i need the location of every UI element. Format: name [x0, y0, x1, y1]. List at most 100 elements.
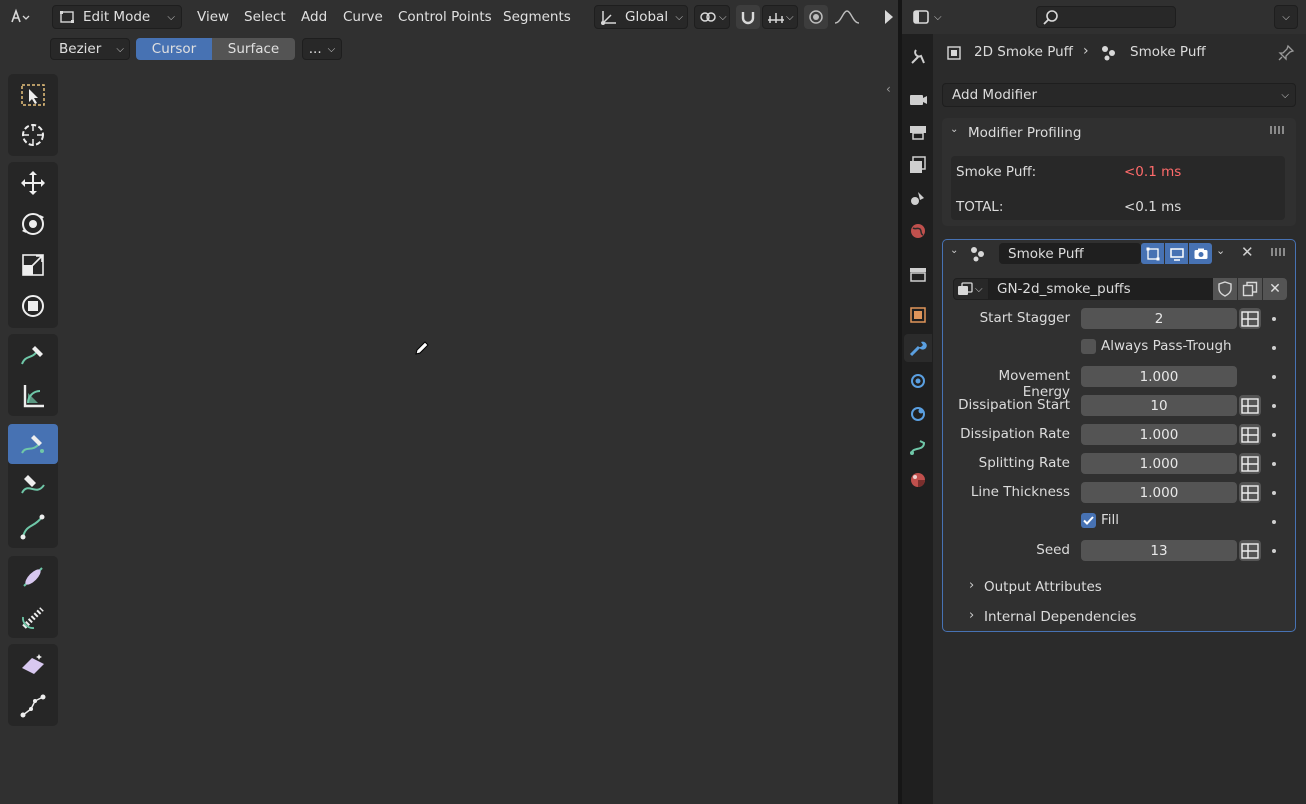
falloff-dropdown[interactable] [830, 5, 864, 29]
curve-vertex-tool[interactable] [8, 686, 58, 726]
keyframe-dot-icon[interactable] [1272, 375, 1276, 379]
input-field-dissipation-start[interactable]: 10 [1081, 395, 1237, 416]
menu-segments[interactable]: Segments [503, 5, 571, 29]
measure-tool[interactable] [8, 376, 58, 416]
input-attribute-toggle[interactable] [1239, 395, 1261, 416]
tab-render[interactable] [904, 85, 932, 113]
randomize-tool[interactable] [8, 645, 58, 685]
snap-target-dropdown[interactable]: ⌵ [762, 5, 798, 29]
modifier-name-input[interactable]: Smoke Puff [999, 243, 1141, 264]
subpanel-internal-dependencies[interactable]: Internal Dependencies [984, 609, 1136, 625]
annotate-tool[interactable] [8, 335, 58, 375]
pen-tool[interactable] [8, 466, 58, 506]
transform-tool[interactable] [8, 286, 58, 326]
search-input[interactable] [1036, 6, 1176, 28]
menu-control-points[interactable]: Control Points [398, 5, 492, 29]
sidebar-toggle-icon[interactable]: ‹ [886, 82, 898, 98]
pin-icon[interactable] [1277, 44, 1295, 62]
tab-material[interactable] [904, 466, 932, 494]
panel-collapse-icon[interactable]: ⌄ [950, 124, 958, 135]
checkbox-always-pass-through[interactable] [1081, 339, 1096, 354]
render-toggle[interactable] [1189, 243, 1212, 264]
orientation-dropdown[interactable]: Global ⌵ [594, 5, 688, 29]
checkbox-fill[interactable] [1081, 513, 1096, 528]
keyframe-dot-icon[interactable] [1272, 549, 1276, 553]
subpanel-output-attributes[interactable]: Output Attributes [984, 579, 1102, 595]
options-dropdown[interactable]: ⌵ [1274, 5, 1298, 29]
input-attribute-toggle[interactable] [1239, 308, 1261, 329]
radius-tool[interactable] [8, 557, 58, 597]
tab-view-layer[interactable] [904, 151, 932, 179]
tab-collection[interactable] [904, 260, 932, 288]
viewport-display-toggle[interactable] [1165, 243, 1188, 264]
tab-constraints[interactable] [904, 433, 932, 461]
menu-add[interactable]: Add [301, 5, 327, 29]
placement-surface-button[interactable]: Surface [212, 38, 295, 60]
node-group-name-input[interactable]: GN-2d_smoke_puffs [989, 278, 1213, 300]
fake-user-toggle[interactable] [1213, 278, 1237, 300]
draw-tool[interactable] [8, 424, 58, 464]
tab-tool[interactable] [904, 43, 932, 71]
snap-toggle[interactable] [736, 5, 760, 29]
gizmo-toggle[interactable] [880, 5, 898, 29]
placement-cursor-button[interactable]: Cursor [136, 38, 212, 60]
physics-icon [911, 407, 925, 421]
keyframe-dot-icon[interactable] [1272, 346, 1276, 350]
keyframe-dot-icon[interactable] [1272, 462, 1276, 466]
keyframe-dot-icon[interactable] [1272, 317, 1276, 321]
profiling-title[interactable]: Modifier Profiling [968, 125, 1081, 141]
tab-particles[interactable] [904, 367, 932, 395]
input-field-splitting-rate[interactable]: 1.000 [1081, 453, 1237, 474]
duplicate-node-group-button[interactable] [1238, 278, 1262, 300]
tab-object[interactable] [904, 301, 932, 329]
editor-type-button[interactable] [8, 5, 48, 29]
input-attribute-toggle[interactable] [1239, 540, 1261, 561]
tab-scene[interactable] [904, 184, 932, 212]
edit-mode-toggle[interactable] [1141, 243, 1164, 264]
input-field-movement-energy[interactable]: 1.000 [1081, 366, 1237, 387]
unlink-node-group-button[interactable]: ✕ [1263, 278, 1287, 300]
input-field-line-thickness[interactable]: 1.000 [1081, 482, 1237, 503]
more-options-dropdown[interactable]: ... ⌵ [302, 38, 342, 60]
close-icon[interactable]: ✕ [1241, 243, 1254, 261]
keyframe-dot-icon[interactable] [1272, 491, 1276, 495]
menu-curve[interactable]: Curve [343, 5, 383, 29]
rotate-tool[interactable] [8, 204, 58, 244]
menu-view[interactable]: View [197, 5, 229, 29]
modifier-extras-chevron-icon[interactable]: ⌄ [1216, 244, 1225, 257]
panel-collapse-icon[interactable]: ⌄ [950, 245, 958, 256]
add-modifier-dropdown[interactable]: Add Modifier ⌵ [942, 83, 1296, 107]
tab-physics[interactable] [904, 400, 932, 428]
input-attribute-toggle[interactable] [1239, 482, 1261, 503]
editor-type-button[interactable]: ⌵ [912, 5, 948, 29]
tab-output[interactable] [904, 118, 932, 146]
view-layer-icon [910, 156, 926, 173]
input-field-start-stagger[interactable]: 2 [1081, 308, 1237, 329]
mode-dropdown[interactable]: Edit Mode ⌵ [52, 5, 182, 29]
tab-world[interactable] [904, 217, 932, 245]
keyframe-dot-icon[interactable] [1272, 433, 1276, 437]
input-field-seed[interactable]: 13 [1081, 540, 1237, 561]
tab-modifiers[interactable] [904, 334, 932, 362]
node-group-browse-button[interactable]: ⌵ [953, 278, 989, 300]
cursor-tool[interactable] [8, 115, 58, 155]
drag-handle-icon[interactable] [1271, 248, 1285, 256]
scale-tool[interactable] [8, 245, 58, 285]
input-attribute-toggle[interactable] [1239, 453, 1261, 474]
curve-type-dropdown[interactable]: Bezier ⌵ [50, 38, 130, 60]
move-tool[interactable] [8, 163, 58, 203]
3d-viewport[interactable] [0, 0, 898, 804]
tilt-tool[interactable] [8, 598, 58, 638]
drag-handle-icon[interactable] [1270, 126, 1284, 134]
pivot-dropdown[interactable]: ⌵ [694, 5, 730, 29]
select-box-tool[interactable] [8, 75, 58, 115]
proportional-edit-toggle[interactable] [804, 5, 828, 29]
input-attribute-toggle[interactable] [1239, 424, 1261, 445]
chevron-right-icon[interactable]: › [969, 578, 974, 593]
keyframe-dot-icon[interactable] [1272, 520, 1276, 524]
menu-select[interactable]: Select [244, 5, 286, 29]
extrude-tool[interactable] [8, 507, 58, 547]
keyframe-dot-icon[interactable] [1272, 404, 1276, 408]
input-field-dissipation-rate[interactable]: 1.000 [1081, 424, 1237, 445]
chevron-right-icon[interactable]: › [969, 608, 974, 623]
